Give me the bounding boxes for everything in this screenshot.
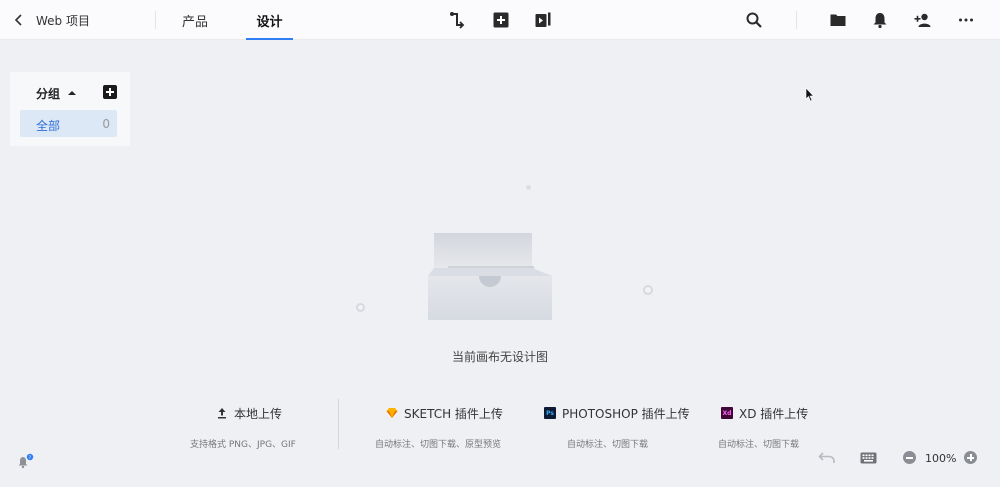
add-member-icon[interactable] — [912, 9, 934, 31]
sketch-plugin-upload-button[interactable]: SKETCH 插件上传 — [386, 404, 503, 422]
decor-dot — [643, 285, 653, 295]
sketch-diamond-icon — [386, 407, 398, 419]
tab-design[interactable]: 设计 — [246, 0, 293, 40]
sketch-upload-label: SKETCH 插件上传 — [404, 406, 503, 421]
connector-icon[interactable] — [446, 9, 468, 31]
empty-tray-icon — [428, 233, 552, 320]
add-board-icon[interactable] — [490, 9, 512, 31]
group-item-all[interactable]: 全部 0 — [20, 110, 117, 137]
local-upload-label: 本地上传 — [234, 406, 283, 421]
keyboard-icon[interactable] — [860, 452, 877, 464]
divider — [338, 399, 339, 449]
more-icon[interactable] — [955, 9, 977, 31]
prototype-play-icon[interactable] — [532, 9, 554, 31]
bell-icon[interactable] — [869, 9, 891, 31]
help-bell-icon[interactable]: ? — [17, 453, 35, 469]
upload-icon — [216, 407, 228, 419]
xd-plugin-upload-button[interactable]: Xd XD 插件上传 — [721, 404, 808, 422]
decor-dot — [526, 185, 531, 190]
local-upload-button[interactable]: 本地上传 — [216, 404, 282, 422]
divider — [796, 11, 797, 29]
xd-upload-features: 自动标注、切图下载 — [718, 440, 800, 450]
top-bar: Web 项目 产品 设计 — [0, 0, 1000, 40]
mouse-cursor-icon — [805, 87, 815, 102]
divider — [155, 11, 156, 29]
tab-product[interactable]: 产品 — [170, 0, 220, 40]
decor-dot — [356, 303, 365, 312]
xd-icon: Xd — [721, 407, 733, 419]
zoom-in-button[interactable] — [964, 451, 977, 464]
photoshop-plugin-upload-button[interactable]: Ps PHOTOSHOP 插件上传 — [544, 404, 690, 422]
group-panel: 分组 全部 0 — [10, 72, 130, 146]
zoom-level: 100% — [925, 452, 957, 465]
photoshop-upload-label: PHOTOSHOP 插件上传 — [562, 406, 690, 421]
caret-up-icon[interactable] — [66, 88, 78, 98]
xd-upload-label: XD 插件上传 — [739, 406, 809, 421]
zoom-out-button[interactable] — [903, 451, 916, 464]
group-header: 分组 — [10, 84, 130, 102]
empty-state-message: 当前画布无设计图 — [451, 350, 548, 364]
undo-icon[interactable] — [818, 451, 836, 465]
add-group-button[interactable] — [103, 85, 117, 99]
photoshop-upload-features: 自动标注、切图下载 — [567, 440, 649, 450]
local-upload-formats: 支持格式 PNG、JPG、GIF — [190, 440, 296, 450]
group-title: 分组 — [36, 87, 61, 101]
group-item-count: 0 — [102, 117, 110, 131]
project-name: Web 项目 — [36, 13, 90, 28]
sketch-upload-features: 自动标注、切图下载、原型预览 — [375, 440, 502, 450]
folder-icon[interactable] — [827, 9, 849, 31]
back-button[interactable]: Web 项目 — [12, 10, 90, 30]
photoshop-icon: Ps — [544, 407, 556, 419]
search-icon[interactable] — [743, 9, 765, 31]
group-item-label: 全部 — [36, 119, 61, 133]
chevron-left-icon — [14, 14, 22, 26]
